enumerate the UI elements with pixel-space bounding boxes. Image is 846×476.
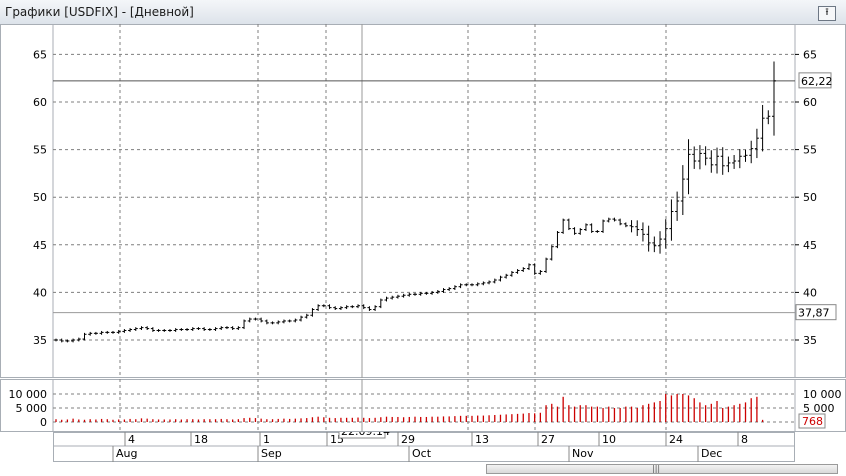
horizontal-scrollbar[interactable]: ||| (486, 464, 838, 474)
last-price-label: 62,22 (801, 75, 833, 88)
volume-tick-left: 10 000 (9, 388, 48, 401)
day-label: 1 (263, 433, 270, 446)
volume-chart-panel[interactable]: 10 000 10 000 5 000 5 000 0 768 (0, 379, 846, 432)
price-tick-right: 45 (803, 239, 817, 252)
price-tick-left: 50 (33, 191, 47, 204)
time-axis: 41811529132710248AugSepOctNovDec22.09.14 (53, 432, 795, 462)
price-tick-right: 65 (803, 48, 817, 61)
price-tick-right: 60 (803, 96, 817, 109)
month-label: Nov (572, 447, 594, 460)
price-chart-panel[interactable]: 65 65 60 60 55 55 50 50 45 45 40 40 35 35 37,87 62,22 (0, 24, 846, 378)
day-label: 29 (401, 433, 415, 446)
price-plot-frame (52, 24, 796, 378)
last-volume-label: 768 (802, 415, 823, 428)
cursor-date-label: 22.09.14 (341, 432, 390, 438)
day-label: 27 (541, 433, 555, 446)
price-tick-left: 40 (33, 286, 47, 299)
volume-plot-frame (52, 379, 796, 432)
volume-tick-left: 0 (40, 416, 47, 429)
day-label: 10 (602, 433, 616, 446)
price-chart: 65 65 60 60 55 55 50 50 45 45 40 40 35 35 37,87 62,22 (33, 24, 837, 378)
volume-tick-left: 5 000 (16, 402, 48, 415)
window-title: Графики [USDFIX] - [Дневной] (5, 5, 194, 19)
price-tick-left: 45 (33, 239, 47, 252)
price-tick-left: 55 (33, 144, 47, 157)
month-label: Oct (412, 447, 432, 460)
day-label: 24 (669, 433, 683, 446)
volume-tick-right: 10 000 (803, 388, 842, 401)
time-axis-panel: 41811529132710248AugSepOctNovDec22.09.14 (53, 432, 795, 462)
volume-chart: 10 000 10 0005 000 5 0000 768 (9, 379, 842, 432)
cursor-price-label: 37,87 (798, 307, 830, 320)
day-label: 13 (475, 433, 489, 446)
day-label: 18 (194, 433, 208, 446)
pin-icon[interactable]: ⭱ (818, 6, 836, 21)
month-label: Sep (261, 447, 282, 460)
price-tick-right: 55 (803, 144, 817, 157)
price-tick-right: 40 (803, 286, 817, 299)
day-label: 8 (741, 433, 748, 446)
price-tick-left: 65 (33, 48, 47, 61)
month-label: Dec (701, 447, 722, 460)
window-titlebar: Графики [USDFIX] - [Дневной] ⭱ (0, 0, 846, 25)
month-label: Aug (116, 447, 137, 460)
price-tick-left: 35 (33, 334, 47, 347)
day-label: 4 (128, 433, 135, 446)
price-tick-left: 60 (33, 96, 47, 109)
volume-tick-right: 5 000 (803, 402, 835, 415)
price-tick-right: 50 (803, 191, 817, 204)
scrollbar-grip-icon[interactable]: ||| (652, 465, 660, 473)
price-tick-right: 35 (803, 334, 817, 347)
